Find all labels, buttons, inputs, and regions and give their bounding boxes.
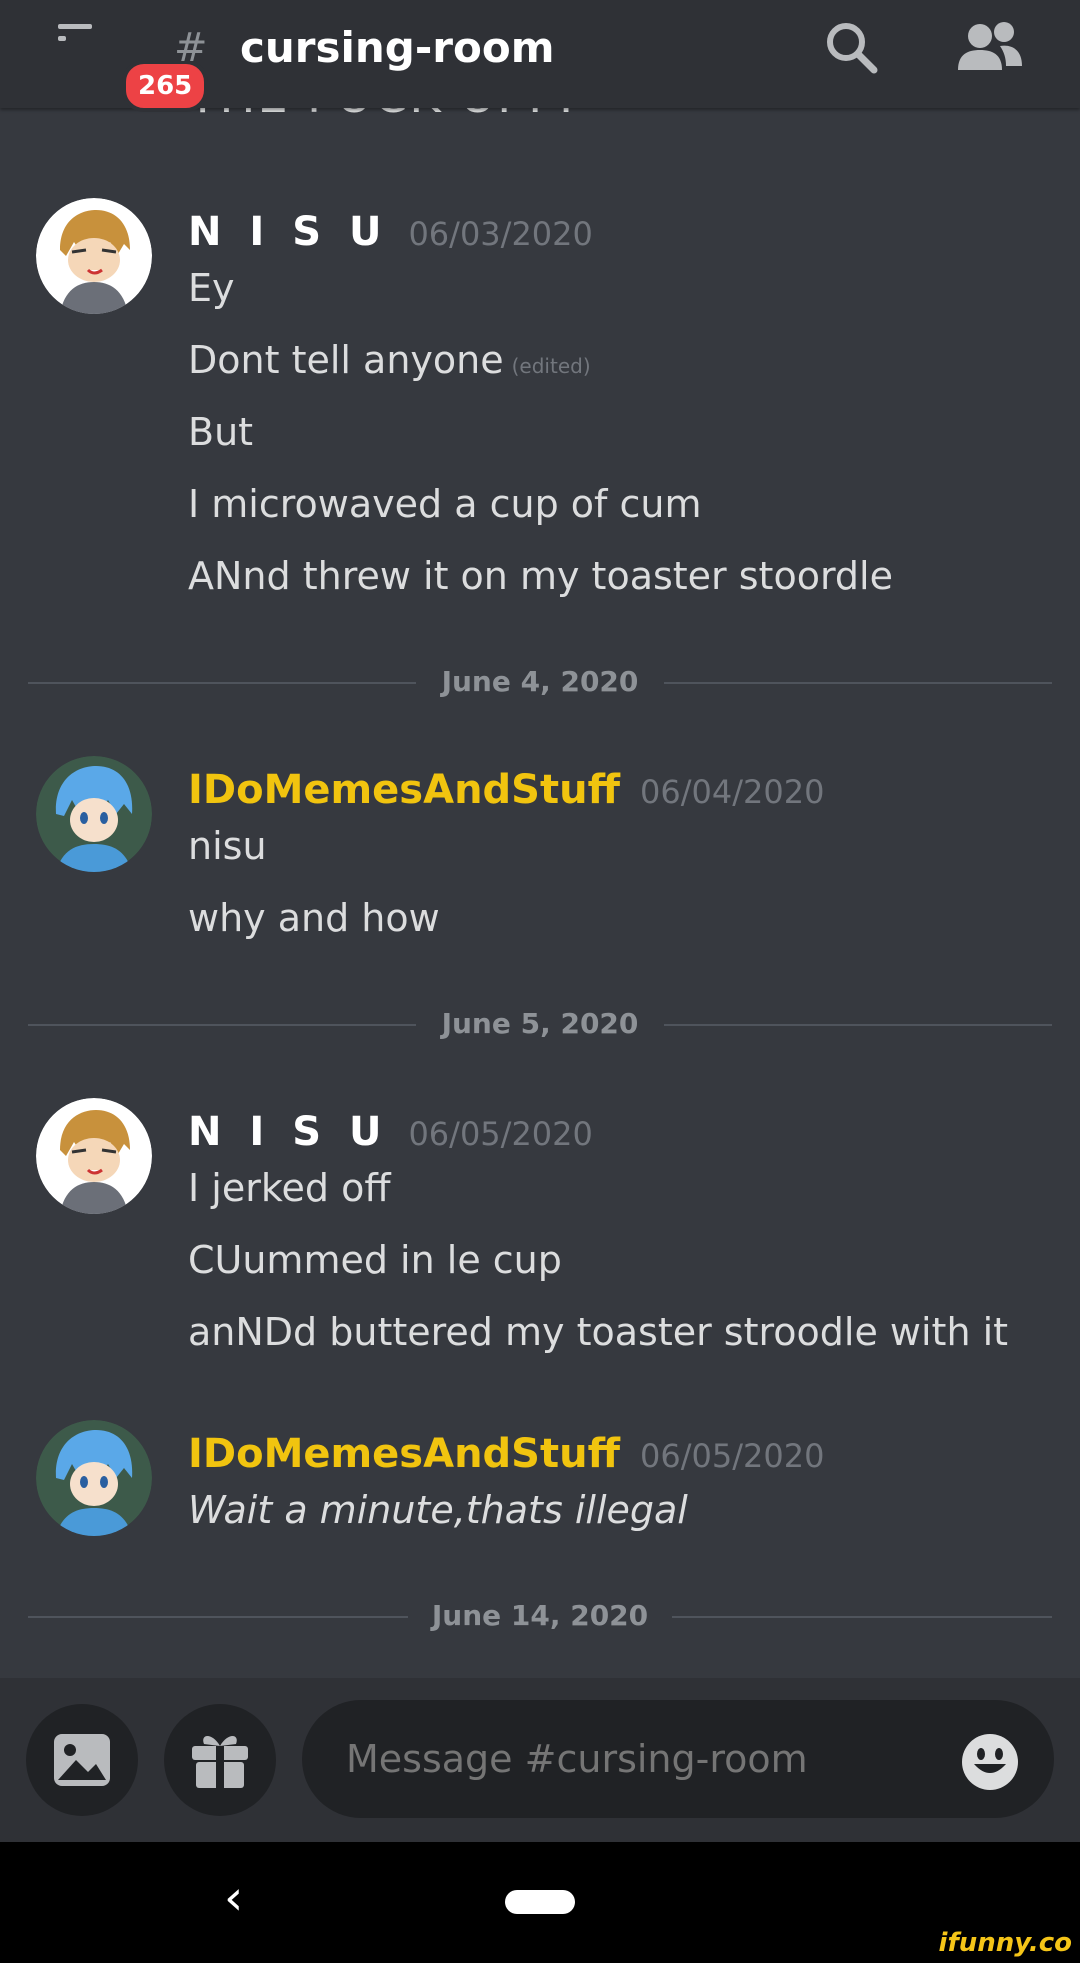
divider-date: June 4, 2020 bbox=[417, 665, 663, 698]
author-name[interactable]: N I S U bbox=[188, 1109, 388, 1155]
menu-icon bbox=[58, 24, 92, 29]
message-text: But bbox=[188, 410, 254, 454]
message-header: IDoMemesAndStuff 06/05/2020 bbox=[188, 1428, 824, 1482]
divider-date-wrap: June 4, 2020 bbox=[28, 662, 1052, 702]
home-pill-button[interactable] bbox=[505, 1890, 575, 1914]
author-name[interactable]: IDoMemesAndStuff bbox=[188, 767, 620, 813]
message-text-edited-row: Dont tell anyone (edited) bbox=[188, 334, 591, 392]
message-text: why and how bbox=[188, 896, 440, 940]
nisu-avatar-image bbox=[36, 1098, 152, 1214]
divider-date-wrap: June 5, 2020 bbox=[28, 1004, 1052, 1044]
avatar[interactable] bbox=[36, 1420, 152, 1536]
date-divider: June 14, 2020 bbox=[28, 1596, 1052, 1636]
emoji-icon bbox=[962, 1734, 1018, 1790]
date-divider: June 5, 2020 bbox=[28, 1004, 1052, 1044]
system-nav-bar: ‹ ifunny.co bbox=[0, 1842, 1080, 1963]
menu-icon-bar bbox=[58, 36, 66, 41]
message-text: Dont tell anyone bbox=[188, 338, 504, 382]
avatar[interactable] bbox=[36, 1098, 152, 1214]
message-header: N I S U 06/05/2020 bbox=[188, 1106, 593, 1160]
message-text: I microwaved a cup of cum bbox=[188, 482, 702, 526]
divider-date: June 5, 2020 bbox=[417, 1007, 663, 1040]
author-name[interactable]: IDoMemesAndStuff bbox=[188, 1431, 620, 1477]
message-text: Ey bbox=[188, 266, 235, 310]
emoji-button[interactable] bbox=[960, 1732, 1020, 1792]
search-button[interactable] bbox=[820, 16, 884, 80]
edited-label: (edited) bbox=[511, 354, 591, 378]
menu-button[interactable]: 265 bbox=[52, 22, 209, 112]
message-text: CUummed in le cup bbox=[188, 1238, 562, 1282]
idomemes-avatar-image bbox=[36, 756, 152, 872]
attach-image-button[interactable] bbox=[26, 1704, 138, 1816]
message-text: I jerked off bbox=[188, 1166, 391, 1210]
channel-title: cursing-room bbox=[240, 23, 555, 72]
date-divider: June 4, 2020 bbox=[28, 662, 1052, 702]
nisu-avatar-image bbox=[36, 198, 152, 314]
timestamp: 06/04/2020 bbox=[640, 773, 825, 811]
avatar[interactable] bbox=[36, 198, 152, 314]
channel-header: 265 # cursing-room bbox=[0, 0, 1080, 112]
divider-date-wrap: June 14, 2020 bbox=[28, 1596, 1052, 1636]
message-text: nisu bbox=[188, 824, 267, 868]
message-list[interactable]: THE FUCK UPPP N I S U 06/03/2020 Ey Dont … bbox=[0, 108, 1080, 1678]
message-input[interactable] bbox=[302, 1700, 1054, 1818]
image-icon bbox=[54, 1734, 110, 1786]
gift-icon bbox=[192, 1736, 248, 1788]
watermark: ifunny.co bbox=[938, 1928, 1072, 1958]
members-icon bbox=[958, 22, 1022, 70]
message-composer bbox=[0, 1678, 1080, 1842]
idomemes-avatar-image bbox=[36, 1420, 152, 1536]
avatar[interactable] bbox=[36, 756, 152, 872]
message-text: ANnd threw it on my toaster stoordle bbox=[188, 554, 893, 598]
message-header: IDoMemesAndStuff 06/04/2020 bbox=[188, 764, 824, 818]
message-text: anNDd buttered my toaster stroodle with … bbox=[188, 1310, 1009, 1354]
message-text: Wait a minute,thats illegal bbox=[188, 1488, 688, 1532]
gift-button[interactable] bbox=[164, 1704, 276, 1816]
message-header: N I S U 06/03/2020 bbox=[188, 206, 593, 260]
back-nav-button[interactable]: ‹ bbox=[224, 1866, 243, 1930]
search-icon bbox=[827, 23, 878, 74]
author-name[interactable]: N I S U bbox=[188, 209, 388, 255]
divider-date: June 14, 2020 bbox=[407, 1599, 673, 1632]
channel-hash-icon: # bbox=[174, 25, 208, 71]
timestamp: 06/03/2020 bbox=[408, 215, 593, 253]
timestamp: 06/05/2020 bbox=[640, 1437, 825, 1475]
members-button[interactable] bbox=[950, 16, 1030, 80]
cut-off-message: THE FUCK UPPP bbox=[188, 108, 590, 126]
timestamp: 06/05/2020 bbox=[408, 1115, 593, 1153]
